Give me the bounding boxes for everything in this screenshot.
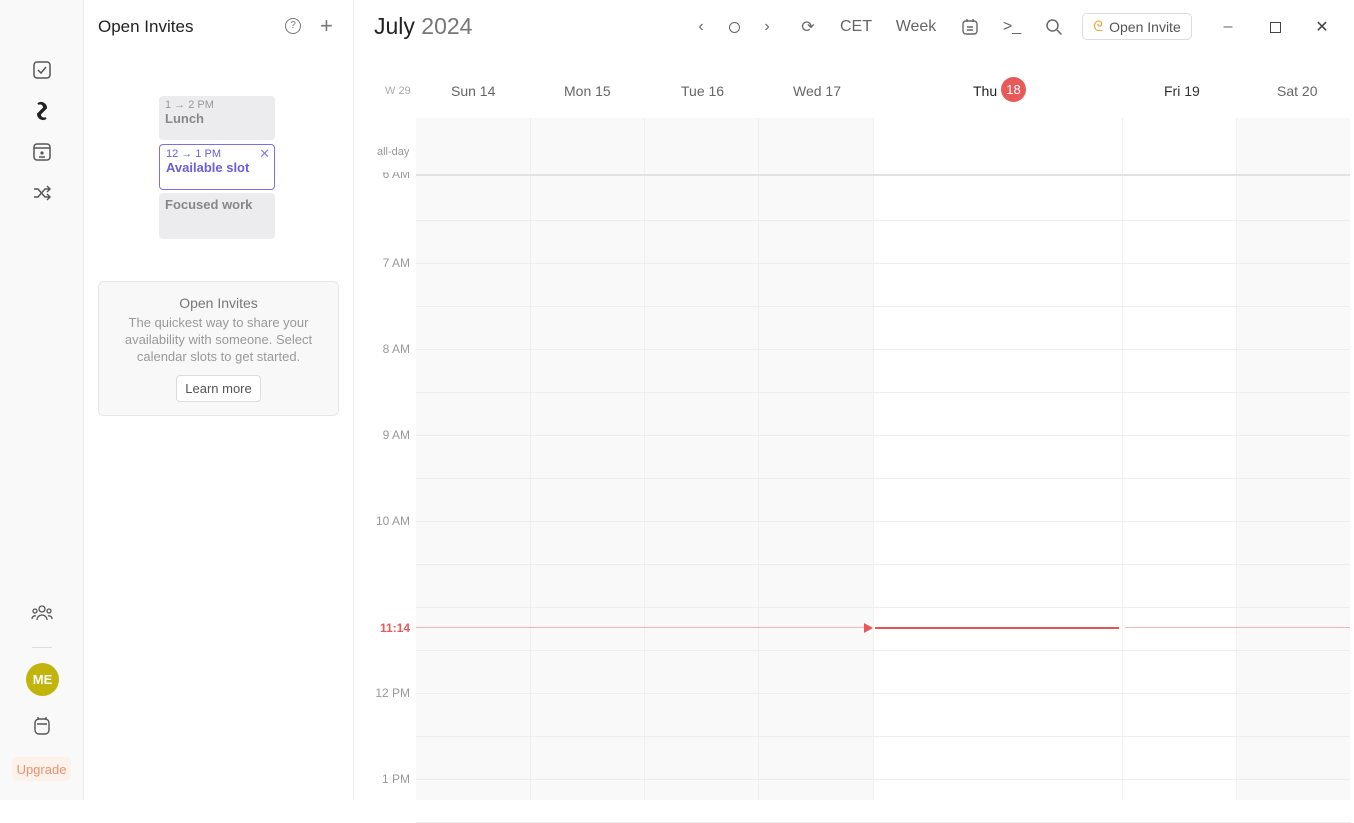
day-header-wed[interactable]: Wed 17 xyxy=(793,83,841,99)
hour-line xyxy=(416,779,1350,780)
slot-focused-work: Focused work xyxy=(159,193,275,239)
hour-label: 6 AM xyxy=(382,172,410,180)
now-marker-icon xyxy=(864,623,873,633)
hour-label: 8 AM xyxy=(382,342,410,356)
view-select[interactable]: Week xyxy=(892,14,940,40)
learn-more-button[interactable]: Learn more xyxy=(176,375,261,402)
panel-title: Open Invites xyxy=(98,17,194,36)
today-icon[interactable] xyxy=(724,14,744,40)
day-header-tue[interactable]: Tue 16 xyxy=(681,83,724,99)
close-icon[interactable]: ✕ xyxy=(259,146,270,162)
day-header-fri[interactable]: Fri 19 xyxy=(1164,83,1200,99)
hour-line xyxy=(416,521,1350,522)
calendar-icon[interactable] xyxy=(959,14,981,40)
hour-label: 9 AM xyxy=(382,428,410,442)
all-day-divider xyxy=(416,174,1350,176)
people-icon[interactable] xyxy=(30,601,54,625)
half-hour-line xyxy=(416,650,1350,651)
upgrade-button[interactable]: Upgrade xyxy=(12,757,71,781)
hour-line xyxy=(416,693,1350,694)
command-icon[interactable]: >_ xyxy=(1001,14,1023,40)
divider xyxy=(32,647,52,648)
prev-icon[interactable]: ‹ xyxy=(690,14,712,40)
hour-label: 10 AM xyxy=(375,514,410,528)
current-time-label: 11:14 xyxy=(379,621,410,635)
calendar-contact-icon[interactable] xyxy=(30,140,54,164)
slot-available[interactable]: 12 → 1 PM Available slot ✕ xyxy=(159,144,275,190)
now-line-today xyxy=(875,627,1119,629)
shuffle-icon[interactable] xyxy=(30,181,54,205)
slot-lunch: 1 → 2 PM Lunch xyxy=(159,96,275,140)
open-invites-panel: Open Invites ? + 1 → 2 PM Lunch 12 → 1 PM… xyxy=(84,0,354,800)
half-hour-line xyxy=(416,564,1350,565)
timezone-button[interactable]: CET xyxy=(838,14,874,40)
day-header-sat[interactable]: Sat 20 xyxy=(1277,83,1317,99)
next-icon[interactable]: › xyxy=(756,14,778,40)
sync-icon[interactable]: ⟳ xyxy=(797,14,819,40)
now-line-past xyxy=(416,627,866,628)
half-hour-line xyxy=(416,392,1350,393)
hour-line xyxy=(416,263,1350,264)
minimize-button[interactable]: – xyxy=(1218,14,1238,40)
half-hour-line xyxy=(416,478,1350,479)
hour-label: 12 PM xyxy=(375,686,410,700)
all-day-label: all-day xyxy=(377,146,410,158)
open-invite-icon: ᘓ xyxy=(1093,18,1104,34)
hour-label: 1 PM xyxy=(381,772,410,786)
avatar[interactable]: ME xyxy=(26,663,59,696)
tasks-icon[interactable] xyxy=(30,58,54,82)
calendar-app-icon[interactable] xyxy=(30,714,54,738)
hour-label: 7 AM xyxy=(382,256,410,270)
now-line-future xyxy=(1125,627,1350,628)
half-hour-line xyxy=(416,736,1350,737)
week-number: W 29 xyxy=(385,85,411,97)
half-hour-line xyxy=(416,306,1350,307)
month-title: July 2024 xyxy=(374,13,473,39)
day-header-mon[interactable]: Mon 15 xyxy=(564,83,611,99)
maximize-button[interactable] xyxy=(1266,14,1284,40)
left-rail: ME Upgrade xyxy=(0,0,84,800)
help-icon[interactable]: ? xyxy=(285,18,301,34)
hour-line xyxy=(416,349,1350,350)
search-icon[interactable] xyxy=(1043,14,1065,40)
open-invite-button[interactable]: ᘓ Open Invite xyxy=(1082,13,1192,40)
open-invites-icon[interactable] xyxy=(30,99,54,123)
half-hour-line xyxy=(416,220,1350,221)
info-card: Open Invites The quickest way to share y… xyxy=(98,281,339,416)
day-header-thu[interactable]: Thu 18 xyxy=(973,77,1027,102)
add-icon[interactable]: + xyxy=(320,13,333,39)
hour-line xyxy=(416,435,1350,436)
today-badge: 18 xyxy=(1001,77,1027,102)
day-header-sun[interactable]: Sun 14 xyxy=(451,83,495,99)
close-window-button[interactable]: ✕ xyxy=(1312,14,1332,40)
hour-line xyxy=(416,607,1350,608)
